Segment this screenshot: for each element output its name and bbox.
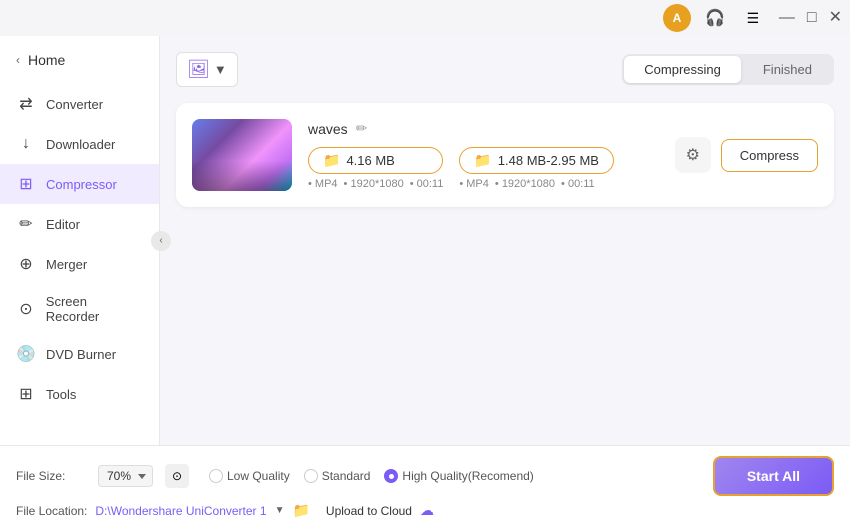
file-card-inner: waves ✏ 📁 4.16 MB MP4 1920*10 (192, 119, 818, 191)
sidebar-toggle-button[interactable]: ‹ (151, 231, 171, 251)
downloader-icon: ↓ (16, 134, 36, 154)
compressed-size-value: 1.48 MB-2.95 MB (498, 153, 599, 168)
original-meta2: 1920*1080 (344, 178, 404, 190)
add-files-button[interactable]: 🖼 ▼ (176, 52, 238, 87)
headset-icon[interactable]: 🎧 (701, 4, 729, 32)
sidebar-item-downloader[interactable]: ↓ Downloader (0, 124, 159, 164)
compressed-folder-icon: 📁 (474, 152, 491, 169)
sidebar-item-dvd-burner[interactable]: 💿 DVD Burner (0, 334, 159, 374)
app-body: ‹ Home ⇄ Converter ↓ Downloader ⊞ Compre… (0, 36, 850, 445)
sidebar: ‹ Home ⇄ Converter ↓ Downloader ⊞ Compre… (0, 36, 160, 445)
back-arrow-icon: ‹ (16, 53, 20, 67)
file-sizes-row: 📁 4.16 MB MP4 1920*1080 00:11 (308, 147, 659, 190)
sidebar-label-downloader: Downloader (46, 137, 115, 152)
sidebar-item-screen-recorder[interactable]: ⊙ Screen Recorder (0, 284, 159, 334)
file-thumbnail (192, 119, 292, 191)
main-content: 🖼 ▼ Compressing Finished waves ✏ (160, 36, 850, 445)
bottom-row-2: File Location: D:\Wondershare UniConvert… (16, 502, 834, 519)
quality-group: Low Quality Standard High Quality(Recome… (209, 469, 534, 483)
title-bar-icons: A 🎧 ☰ (663, 4, 767, 32)
sidebar-item-converter[interactable]: ⇄ Converter (0, 84, 159, 124)
window-controls: — □ ✕ (779, 10, 842, 26)
edit-filename-icon[interactable]: ✏ (356, 120, 368, 137)
original-size-meta: MP4 1920*1080 00:11 (308, 178, 443, 190)
home-label: Home (28, 52, 65, 68)
file-location-label: File Location: (16, 504, 87, 518)
screen-recorder-icon: ⊙ (16, 299, 36, 319)
tab-compressing[interactable]: Compressing (624, 56, 741, 83)
original-size-value: 4.16 MB (346, 153, 394, 168)
original-size-group: 📁 4.16 MB MP4 1920*1080 00:11 (308, 147, 443, 190)
tools-icon: ⊞ (16, 384, 36, 404)
sidebar-label-merger: Merger (46, 257, 87, 272)
thumbnail-overlay (192, 161, 292, 191)
title-bar: A 🎧 ☰ — □ ✕ (0, 0, 850, 36)
original-meta3: 00:11 (410, 178, 444, 190)
content-toolbar: 🖼 ▼ Compressing Finished (176, 52, 834, 87)
maximize-button[interactable]: □ (807, 10, 817, 26)
file-info: waves ✏ 📁 4.16 MB MP4 1920*10 (308, 120, 659, 190)
sidebar-label-converter: Converter (46, 97, 103, 112)
high-quality-option[interactable]: High Quality(Recomend) (384, 469, 533, 483)
compressed-size-box: 📁 1.48 MB-2.95 MB (459, 147, 614, 174)
folder-icon: 📁 (323, 152, 340, 169)
file-location-path[interactable]: D:\Wondershare UniConverter 1 (95, 504, 266, 518)
tab-group: Compressing Finished (622, 54, 834, 85)
browse-folder-icon[interactable]: 📁 (292, 502, 309, 519)
file-settings-button[interactable]: ⚙ (675, 137, 711, 173)
standard-quality-label: Standard (322, 469, 371, 483)
user-avatar[interactable]: A (663, 4, 691, 32)
tab-finished[interactable]: Finished (743, 56, 832, 83)
low-quality-option[interactable]: Low Quality (209, 469, 290, 483)
upload-cloud-label: Upload to Cloud (326, 504, 412, 518)
high-quality-label: High Quality(Recomend) (402, 469, 533, 483)
sidebar-home[interactable]: ‹ Home (0, 44, 159, 84)
size-percent-dropdown[interactable]: 70% 50% 80% 90% (98, 465, 153, 487)
minimize-button[interactable]: — (779, 10, 795, 26)
standard-quality-radio[interactable] (304, 469, 318, 483)
size-settings-icon[interactable]: ⊙ (165, 464, 189, 488)
sidebar-label-editor: Editor (46, 217, 80, 232)
dvd-burner-icon: 💿 (16, 344, 36, 364)
original-meta1: MP4 (308, 178, 338, 190)
merger-icon: ⊕ (16, 254, 36, 274)
size-select-group: 70% 50% 80% 90% (98, 465, 153, 487)
standard-quality-option[interactable]: Standard (304, 469, 371, 483)
file-name: waves (308, 121, 348, 137)
upload-cloud-icon[interactable]: ☁ (420, 502, 434, 519)
file-card-actions: ⚙ Compress (675, 137, 818, 173)
file-name-row: waves ✏ (308, 120, 659, 137)
sidebar-label-screen-recorder: Screen Recorder (46, 294, 143, 324)
original-size-box: 📁 4.16 MB (308, 147, 443, 174)
sidebar-item-editor[interactable]: ✏ Editor (0, 204, 159, 244)
sidebar-label-compressor: Compressor (46, 177, 117, 192)
editor-icon: ✏ (16, 214, 36, 234)
file-card: waves ✏ 📁 4.16 MB MP4 1920*10 (176, 103, 834, 207)
menu-icon[interactable]: ☰ (739, 4, 767, 32)
bottom-row-1: File Size: 70% 50% 80% 90% ⊙ Low Quality… (16, 456, 834, 496)
compressed-meta1: MP4 (459, 178, 489, 190)
low-quality-radio[interactable] (209, 469, 223, 483)
sidebar-item-tools[interactable]: ⊞ Tools (0, 374, 159, 414)
sidebar-item-merger[interactable]: ⊕ Merger (0, 244, 159, 284)
file-size-label: File Size: (16, 469, 86, 483)
close-button[interactable]: ✕ (829, 10, 842, 26)
compressed-meta2: 1920*1080 (495, 178, 555, 190)
start-all-button[interactable]: Start All (713, 456, 834, 496)
compressed-meta3: 00:11 (561, 178, 595, 190)
sidebar-item-compressor[interactable]: ⊞ Compressor (0, 164, 159, 204)
converter-icon: ⇄ (16, 94, 36, 114)
sidebar-label-dvd-burner: DVD Burner (46, 347, 116, 362)
low-quality-label: Low Quality (227, 469, 290, 483)
compressed-size-meta: MP4 1920*1080 00:11 (459, 178, 614, 190)
compress-button[interactable]: Compress (721, 139, 818, 172)
high-quality-radio[interactable] (384, 469, 398, 483)
compressed-size-group: 📁 1.48 MB-2.95 MB MP4 1920*1080 00:11 (459, 147, 614, 190)
location-dropdown-arrow[interactable]: ▼ (275, 505, 285, 516)
bottom-bar: File Size: 70% 50% 80% 90% ⊙ Low Quality… (0, 445, 850, 529)
add-button-chevron: ▼ (214, 62, 227, 77)
sidebar-label-tools: Tools (46, 387, 76, 402)
add-icon: 🖼 (187, 59, 210, 80)
compressor-icon: ⊞ (16, 174, 36, 194)
